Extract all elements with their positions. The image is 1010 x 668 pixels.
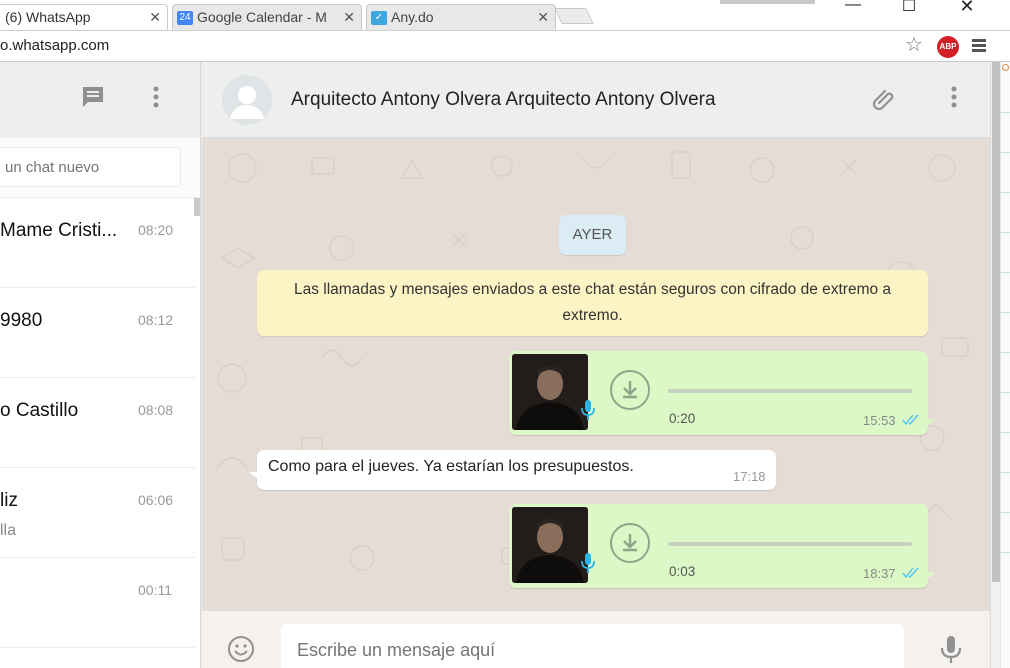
chat-list-item[interactable]: Mame Cristi... 08:20 [0, 198, 195, 288]
background-window-edge [1000, 62, 1010, 668]
chat-list-item[interactable]: 9980 08:12 [0, 288, 195, 378]
chat-list: Mame Cristi... 08:20 9980 08:12 o Castil… [0, 198, 195, 648]
chat-list-item[interactable]: o Castillo 08:08 [0, 378, 195, 468]
new-chat-icon[interactable] [80, 84, 106, 115]
composer [202, 610, 990, 668]
chat-time: 06:06 [138, 492, 174, 508]
sender-photo [512, 507, 588, 583]
notification-dot-icon [1002, 64, 1009, 71]
calendar-favicon-icon: 24 [177, 11, 193, 25]
download-icon [623, 381, 637, 399]
double-check-icon [902, 413, 920, 431]
chat-time: 08:12 [138, 312, 174, 328]
anydo-favicon-icon: ✓ [371, 11, 387, 25]
download-button[interactable] [610, 523, 650, 563]
chat-list-item[interactable]: 00:11 [0, 558, 195, 648]
search-input[interactable] [0, 147, 181, 187]
tab-whatsapp[interactable]: (6) WhatsApp ✕ [0, 4, 168, 30]
scrollbar-thumb[interactable] [992, 62, 1000, 582]
tab-google-calendar[interactable]: 24 Google Calendar - M ✕ [172, 4, 362, 30]
double-check-icon [902, 566, 920, 584]
new-tab-button[interactable] [554, 8, 594, 24]
tab-title: Google Calendar - M [197, 9, 327, 25]
voice-message: 0:03 18:37 [509, 504, 936, 588]
microphone-icon [581, 552, 595, 579]
day-separator: AYER [559, 215, 626, 255]
sender-photo [512, 354, 588, 430]
chat-name: Mame Cristi... [0, 220, 118, 241]
tab-title: Any.do [391, 9, 434, 25]
default-avatar-icon[interactable] [222, 75, 272, 125]
whatsapp-app: Mame Cristi... 08:20 9980 08:12 o Castil… [0, 62, 1010, 668]
message-input[interactable] [281, 624, 904, 668]
browser-tabstrip: (6) WhatsApp ✕ 24 Google Calendar - M ✕ … [0, 0, 1010, 30]
close-tab-icon[interactable]: ✕ [149, 5, 161, 29]
chat-name: o Castillo [0, 400, 79, 421]
voice-message: 0:20 15:53 [509, 351, 936, 435]
address-bar[interactable]: o.whatsapp.com ☆ ABP [0, 30, 1010, 62]
url-text[interactable]: o.whatsapp.com [0, 37, 109, 54]
message-area: AYER Las llamadas y mensajes enviados a … [202, 138, 990, 610]
adblock-icon[interactable]: ABP [937, 36, 959, 58]
chat-time: 08:08 [138, 402, 174, 418]
sidebar-scrollbar[interactable] [194, 198, 200, 216]
playback-progress[interactable] [668, 542, 912, 546]
message-time: 18:37 [863, 566, 896, 581]
voice-duration: 0:03 [669, 564, 696, 579]
chat-time: 00:11 [138, 582, 172, 598]
chat-name: liz [0, 490, 18, 511]
chat-name: 9980 [0, 310, 43, 331]
chat-time: 08:20 [138, 222, 174, 238]
browser-menu-icon[interactable] [972, 39, 986, 54]
playback-progress[interactable] [668, 389, 912, 393]
microphone-icon[interactable] [940, 635, 962, 668]
kebab-menu-icon[interactable] [143, 84, 169, 115]
sidebar: Mame Cristi... 08:20 9980 08:12 o Castil… [0, 62, 201, 668]
emoji-icon[interactable] [227, 635, 255, 668]
minimize-icon[interactable]: — [830, 0, 876, 22]
microphone-icon [581, 399, 595, 426]
encryption-notice[interactable]: Las llamadas y mensajes enviados a este … [257, 270, 928, 336]
page-scrollbar[interactable] [990, 62, 1000, 668]
download-button[interactable] [610, 370, 650, 410]
chat-list-item[interactable]: liz 06:06 lla [0, 468, 195, 558]
incoming-message: Como para el jueves. Ya estarían los pre… [249, 450, 776, 490]
star-icon[interactable]: ☆ [905, 35, 923, 55]
close-tab-icon[interactable]: ✕ [343, 5, 355, 29]
conversation-panel: Arquitecto Antony Olvera Arquitecto Anto… [202, 62, 990, 668]
close-tab-icon[interactable]: ✕ [537, 5, 549, 29]
chat-header: Arquitecto Antony Olvera Arquitecto Anto… [202, 62, 990, 138]
window-title-strip [720, 0, 815, 4]
chat-preview: lla [0, 522, 17, 539]
chat-menu-icon[interactable] [944, 84, 964, 115]
message-time: 15:53 [863, 413, 896, 428]
paperclip-icon[interactable] [870, 84, 898, 117]
voice-duration: 0:20 [669, 411, 696, 426]
tab-title: (6) WhatsApp [5, 9, 91, 25]
contact-name[interactable]: Arquitecto Antony Olvera Arquitecto Anto… [291, 89, 716, 111]
message-text: Como para el jueves. Ya estarían los pre… [268, 458, 634, 475]
search-box [0, 138, 200, 198]
message-time: 17:18 [733, 469, 766, 484]
sidebar-header [0, 62, 200, 138]
window-close-icon[interactable]: ✕ [944, 0, 990, 22]
download-icon [623, 534, 637, 552]
maximize-icon[interactable]: ☐ [886, 0, 932, 22]
tab-anydo[interactable]: ✓ Any.do ✕ [366, 4, 556, 30]
